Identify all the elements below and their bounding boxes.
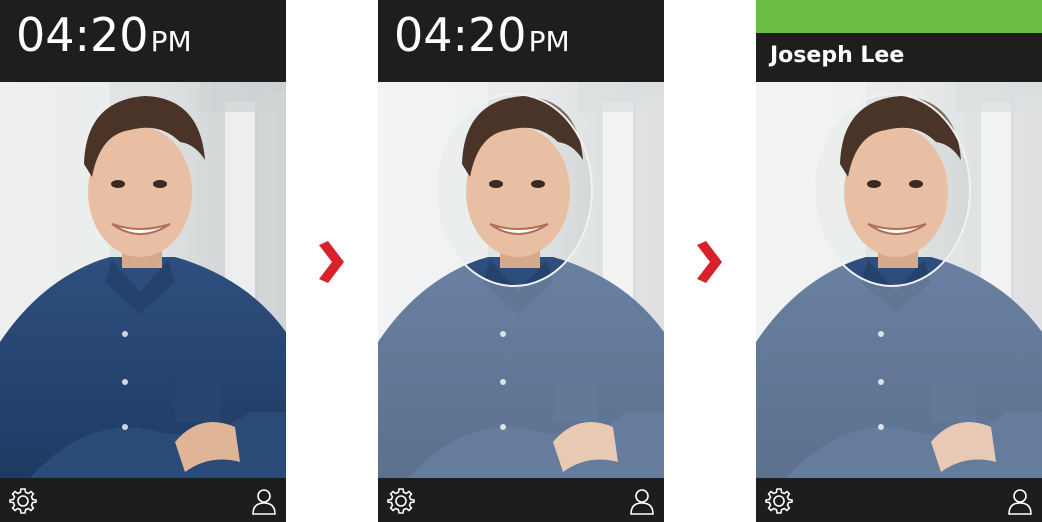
camera-feed bbox=[756, 82, 1042, 478]
user-icon[interactable] bbox=[1006, 486, 1034, 516]
recognized-name: Joseph Lee bbox=[770, 43, 905, 68]
clock-ampm: PM bbox=[150, 25, 192, 58]
bottom-bar bbox=[378, 478, 664, 522]
top-bar: 04:20PM bbox=[378, 0, 664, 82]
name-bar: Joseph Lee bbox=[756, 33, 1042, 82]
clock-ampm: PM bbox=[528, 25, 570, 58]
chevron-right-icon bbox=[316, 241, 346, 283]
screen-recognized: Joseph Lee bbox=[756, 0, 1042, 522]
camera-feed bbox=[0, 82, 286, 478]
gear-icon[interactable] bbox=[8, 486, 38, 516]
recognition-status-bar bbox=[756, 0, 1042, 33]
gear-icon[interactable] bbox=[764, 486, 794, 516]
clock: 04:20PM bbox=[16, 12, 192, 58]
screen-face-detected: 04:20PM bbox=[378, 0, 664, 522]
chevron-right-icon bbox=[694, 241, 724, 283]
camera-feed bbox=[378, 82, 664, 478]
user-icon[interactable] bbox=[250, 486, 278, 516]
clock-time: 04:20 bbox=[16, 8, 149, 62]
bottom-bar bbox=[0, 478, 286, 522]
clock: 04:20PM bbox=[394, 12, 570, 58]
top-bar: 04:20PM bbox=[0, 0, 286, 82]
bottom-bar bbox=[756, 478, 1042, 522]
clock-time: 04:20 bbox=[394, 8, 527, 62]
gear-icon[interactable] bbox=[386, 486, 416, 516]
user-icon[interactable] bbox=[628, 486, 656, 516]
screen-idle-clock: 04:20PM bbox=[0, 0, 286, 522]
